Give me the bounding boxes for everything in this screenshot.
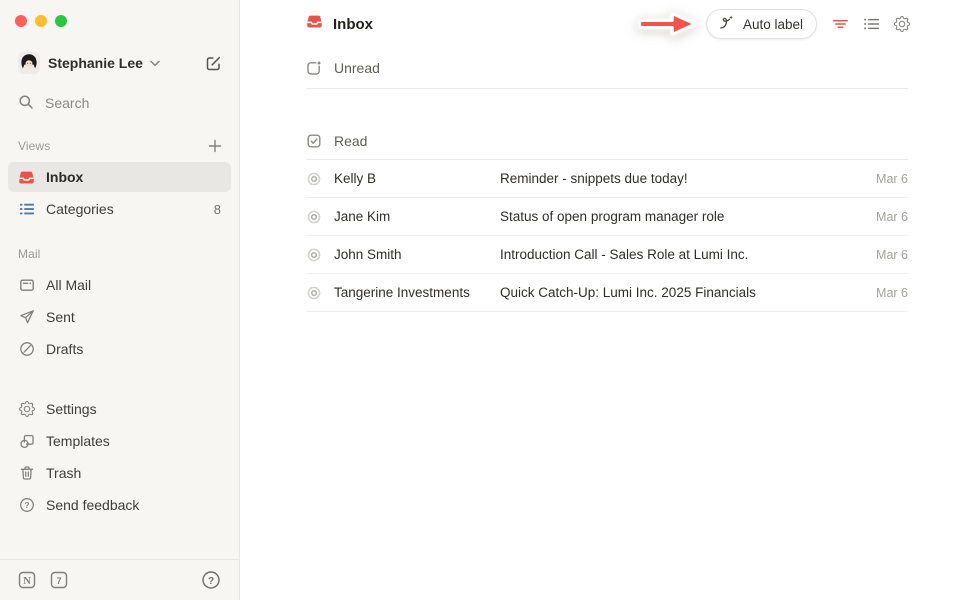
unread-badge-icon [306, 60, 322, 76]
search-icon [18, 94, 34, 113]
avatar [18, 52, 40, 74]
help-icon[interactable]: ? [201, 570, 221, 590]
sidebar-item-templates[interactable]: Templates [8, 426, 231, 456]
read-indicator-icon[interactable] [306, 171, 322, 187]
sidebar-item-label: Categories [46, 201, 114, 217]
auto-label-button[interactable]: Auto label [706, 9, 817, 39]
email-row[interactable]: Tangerine Investments Quick Catch-Up: Lu… [306, 274, 908, 312]
trash-icon [18, 465, 35, 481]
email-subject: Quick Catch-Up: Lumi Inc. 2025 Financial… [500, 285, 876, 300]
mail-section-header: Mail [0, 245, 239, 263]
read-section-label: Read [334, 133, 367, 149]
email-row[interactable]: Kelly B Reminder - snippets due today! M… [306, 160, 908, 198]
email-sender: Kelly B [334, 171, 500, 186]
svg-text:?: ? [208, 576, 214, 587]
sidebar-item-sent[interactable]: Sent [8, 302, 231, 332]
sidebar-item-settings[interactable]: Settings [8, 394, 231, 424]
email-sender: Jane Kim [334, 209, 500, 224]
svg-text:?: ? [24, 500, 29, 510]
sidebar-item-categories[interactable]: Categories 8 [8, 194, 231, 224]
views-section-label: Views [18, 139, 50, 153]
window-controls [0, 0, 239, 27]
categories-count-badge: 8 [214, 202, 221, 217]
user-name: Stephanie Lee [48, 55, 143, 71]
read-indicator-icon[interactable] [306, 209, 322, 225]
drafts-icon [18, 341, 35, 357]
sidebar-item-label: Send feedback [46, 497, 139, 513]
email-subject: Reminder - snippets due today! [500, 171, 876, 186]
auto-label-sparkle-icon [718, 14, 735, 34]
sidebar-item-label: Drafts [46, 341, 83, 357]
read-indicator-icon[interactable] [306, 247, 322, 263]
email-date: Mar 6 [876, 210, 908, 224]
email-subject: Status of open program manager role [500, 209, 876, 224]
search-placeholder: Search [45, 95, 89, 111]
sidebar-item-label: Settings [46, 401, 97, 417]
email-date: Mar 6 [876, 248, 908, 262]
settings-gear-icon [18, 401, 35, 417]
email-sender: Tangerine Investments [334, 285, 500, 300]
sidebar-item-inbox[interactable]: Inbox [8, 162, 231, 192]
sidebar-item-label: Inbox [46, 169, 83, 185]
sidebar-item-all-mail[interactable]: All Mail [8, 270, 231, 300]
sidebar-footer: N 7 ? [0, 559, 239, 600]
sidebar: Stephanie Lee Search Views [0, 0, 240, 600]
email-list: Unread Read Kelly B Reminder - snippets … [240, 48, 960, 312]
chevron-down-icon [150, 60, 160, 67]
page-title: Inbox [333, 16, 373, 33]
calendar-7-icon[interactable]: 7 [50, 571, 68, 589]
svg-text:N: N [23, 576, 31, 587]
unread-section-header[interactable]: Unread [306, 48, 908, 89]
minimize-window-button[interactable] [35, 15, 47, 27]
sidebar-item-label: Templates [46, 433, 110, 449]
views-section-header: Views [0, 137, 239, 155]
compose-icon[interactable] [205, 55, 222, 72]
templates-icon [18, 433, 35, 449]
inbox-icon [18, 169, 35, 186]
sidebar-item-send-feedback[interactable]: ? Send feedback [8, 490, 231, 520]
read-checkbox-icon [306, 133, 322, 149]
add-view-plus-icon[interactable] [208, 139, 222, 153]
sidebar-item-label: Trash [46, 465, 81, 481]
sidebar-item-drafts[interactable]: Drafts [8, 334, 231, 364]
annotation-arrow-icon [637, 8, 697, 40]
unread-section-label: Unread [334, 60, 380, 76]
read-indicator-icon[interactable] [306, 285, 322, 301]
close-window-button[interactable] [15, 15, 27, 27]
auto-label-button-label: Auto label [743, 17, 803, 32]
notion-logo-icon[interactable]: N [18, 571, 36, 589]
list-view-icon[interactable] [863, 16, 880, 32]
zoom-window-button[interactable] [55, 15, 67, 27]
sent-icon [18, 309, 35, 325]
filter-icon[interactable] [832, 16, 849, 32]
sidebar-item-trash[interactable]: Trash [8, 458, 231, 488]
search-input[interactable]: Search [0, 91, 239, 115]
account-switcher[interactable]: Stephanie Lee [0, 51, 239, 75]
sidebar-item-label: All Mail [46, 277, 91, 293]
toolbar: Auto label [637, 8, 910, 40]
settings-gear-icon[interactable] [894, 16, 910, 32]
svg-text:7: 7 [56, 576, 61, 586]
email-date: Mar 6 [876, 286, 908, 300]
all-mail-icon [18, 277, 35, 293]
read-section-header[interactable]: Read [306, 122, 908, 160]
email-sender: John Smith [334, 247, 500, 262]
categories-list-icon [18, 201, 35, 217]
main-header: Inbox Auto label [240, 0, 960, 48]
email-row[interactable]: Jane Kim Status of open program manager … [306, 198, 908, 236]
email-subject: Introduction Call - Sales Role at Lumi I… [500, 247, 876, 262]
main-content: Inbox Auto label [240, 0, 960, 600]
mail-section-label: Mail [18, 247, 40, 261]
question-icon: ? [18, 497, 35, 513]
sidebar-item-label: Sent [46, 309, 75, 325]
mail-app-window: Stephanie Lee Search Views [0, 0, 960, 600]
email-date: Mar 6 [876, 172, 908, 186]
inbox-icon [306, 13, 323, 35]
email-row[interactable]: John Smith Introduction Call - Sales Rol… [306, 236, 908, 274]
